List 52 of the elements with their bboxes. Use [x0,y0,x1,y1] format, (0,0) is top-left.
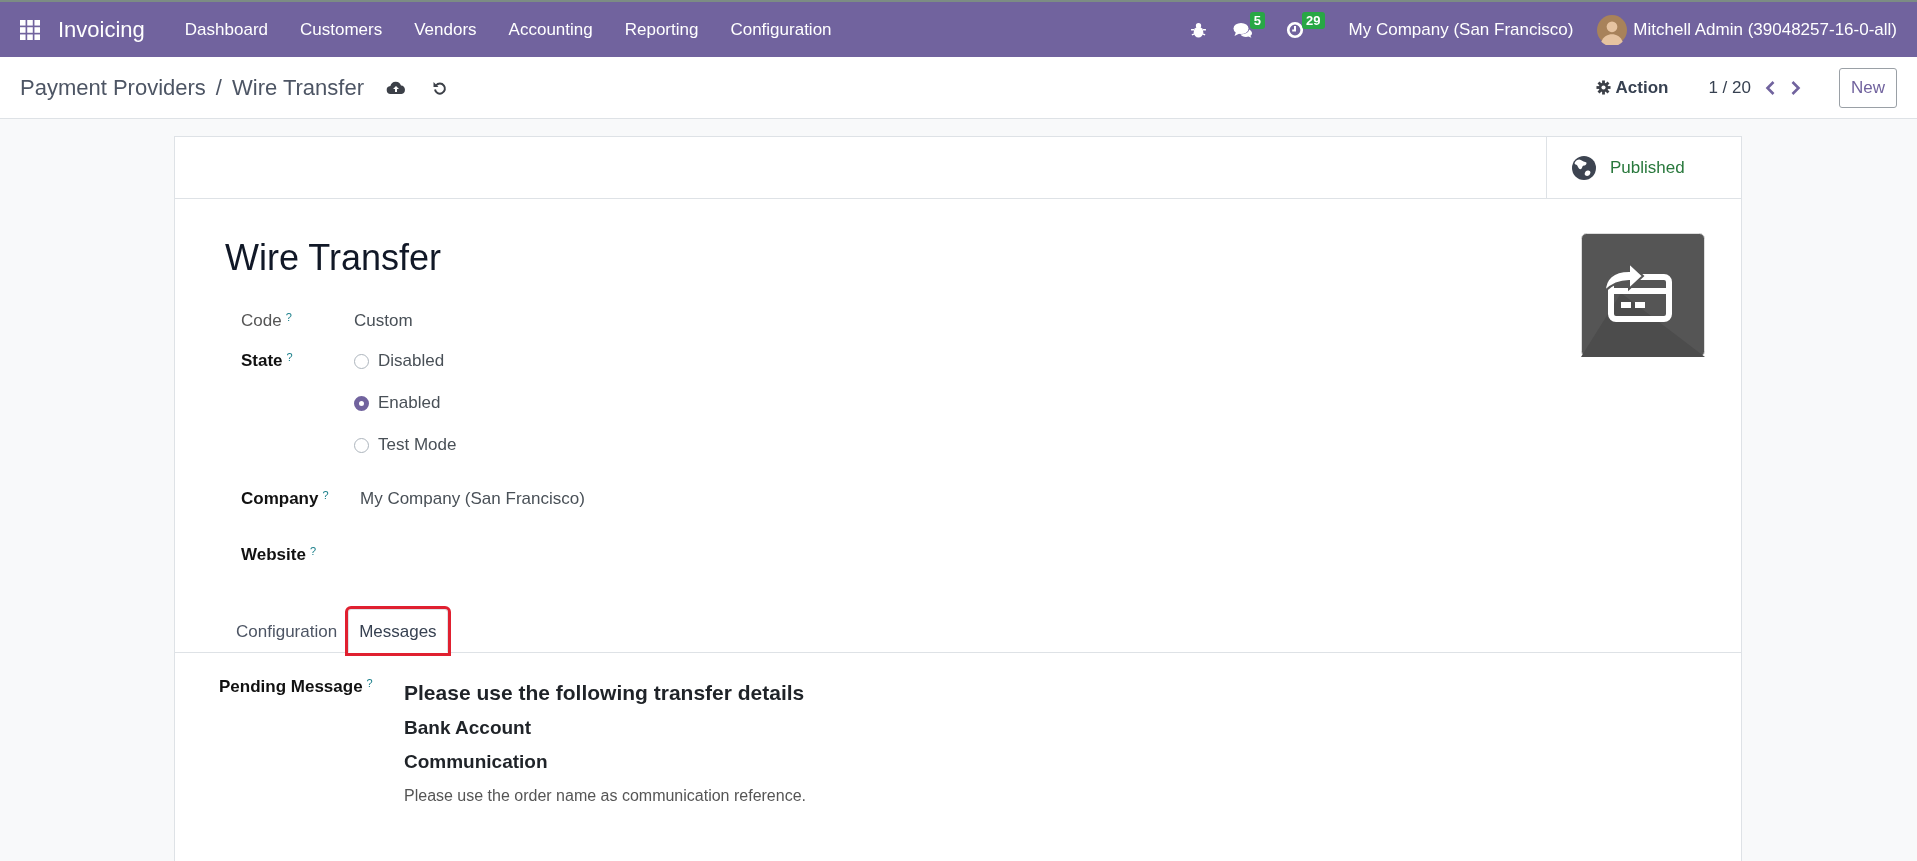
help-mark[interactable]: ? [366,677,373,689]
chat-icon[interactable] [1232,20,1253,39]
company-switcher[interactable]: My Company (San Francisco) [1348,19,1574,40]
message-count-badge: 5 [1249,11,1266,29]
notebook-tab[interactable]: Messages [348,609,448,653]
pager-value[interactable]: 1 / 20 [1708,77,1751,98]
menu-item[interactable]: Dashboard [184,19,268,40]
bug-icon[interactable] [1189,20,1207,39]
new-button[interactable]: New [1839,67,1897,108]
menu-item[interactable]: Customers [300,19,383,40]
radio-label[interactable]: Enabled [378,393,441,413]
menu-item[interactable]: Reporting [624,19,699,40]
field-label: Pending Message [219,677,363,696]
globe-icon [1572,155,1596,180]
field-label: Code [241,311,282,330]
help-mark[interactable]: ? [286,351,293,363]
field-label: State [241,351,283,370]
app-name[interactable]: Invoicing [58,16,145,43]
notebook-tab[interactable]: Configuration [225,609,349,653]
cloud-upload-icon[interactable] [386,79,406,96]
user-menu[interactable]: Mitchell Admin (39048257-16-0-all) [1633,19,1897,40]
field-label: Website [241,545,306,564]
radio-button[interactable] [354,395,369,411]
clock-icon[interactable] [1285,20,1306,39]
breadcrumb-current: Wire Transfer [232,74,364,101]
menu-item[interactable]: Configuration [730,19,832,40]
app-grid-icon[interactable] [20,19,40,40]
previous-icon[interactable] [1765,79,1776,96]
radio-label[interactable]: Disabled [378,351,445,371]
help-mark[interactable]: ? [309,545,316,557]
help-mark[interactable]: ? [322,489,329,501]
company-field[interactable]: My Company (San Francisco) [354,489,1581,529]
message-text: Please use the order name as communication reference. [404,787,806,805]
radio-label[interactable]: Test Mode [378,435,457,455]
field-label: Company [241,489,319,508]
record-title: Wire Transfer [225,237,443,279]
message-heading: Please use the following transfer details [404,681,806,705]
action-button[interactable]: Action [1595,77,1669,98]
help-mark[interactable]: ? [285,311,292,323]
breadcrumb-link[interactable]: Payment Providers [20,74,206,101]
breadcrumb-separator: / [215,74,222,101]
next-icon[interactable] [1790,79,1801,96]
published-button[interactable]: Published [1546,137,1741,198]
menu-item[interactable]: Vendors [414,19,477,40]
field-value: Custom [354,311,414,332]
gear-icon [1595,80,1611,95]
menu-item[interactable]: Accounting [508,19,593,40]
message-subheading: Communication [404,751,549,773]
payment-provider-image[interactable] [1581,233,1705,357]
activity-count-badge: 29 [1302,11,1325,29]
avatar-icon[interactable] [1597,14,1628,45]
message-subheading: Bank Account [404,717,533,739]
